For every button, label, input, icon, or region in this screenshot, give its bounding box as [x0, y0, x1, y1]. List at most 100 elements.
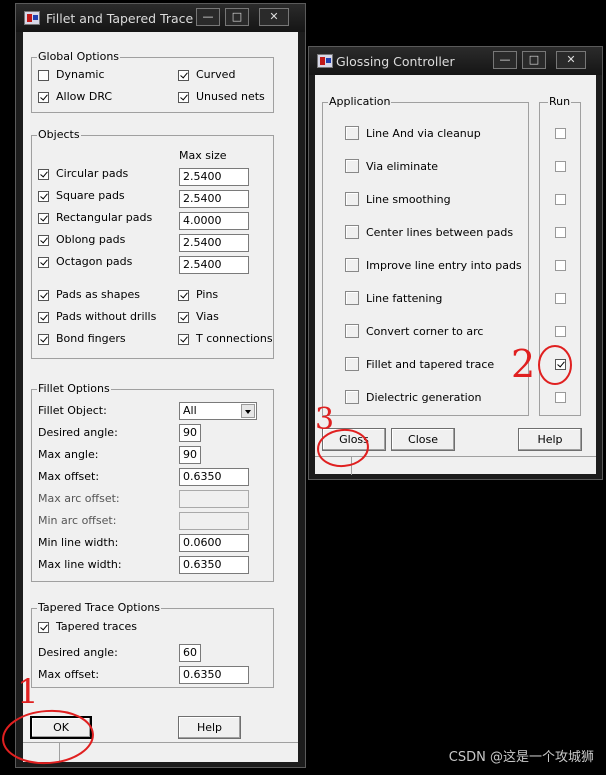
dynamic-label: Dynamic — [56, 68, 105, 81]
maximize-button[interactable]: □ — [225, 8, 249, 26]
fillet-title-bar[interactable]: Fillet and Tapered Trace — □ ✕ — [16, 4, 305, 32]
run-checkbox[interactable] — [555, 359, 566, 370]
rectangular-pads-size-input[interactable]: 4.0000 — [179, 212, 249, 230]
run-checkbox[interactable] — [555, 326, 566, 337]
gloss-app-label: Fillet and tapered trace — [366, 358, 495, 371]
max-offset-input[interactable]: 0.6350 — [179, 468, 249, 486]
tapered-desired-angle-label: Desired angle: — [38, 646, 118, 659]
circular-pads-label: Circular pads — [56, 167, 129, 180]
gloss-app-button[interactable] — [345, 225, 359, 239]
fillet-object-select[interactable]: All — [179, 402, 257, 420]
gloss-app-label: Line smoothing — [366, 193, 451, 206]
gloss-app-button[interactable] — [345, 390, 359, 404]
max-arc-offset-input — [179, 490, 249, 508]
status-bar-divider — [59, 743, 60, 761]
max-arc-offset-label: Max arc offset: — [38, 492, 120, 505]
ok-button[interactable]: OK — [30, 716, 92, 739]
tapered-max-offset-label: Max offset: — [38, 668, 100, 681]
gloss-app-button[interactable] — [345, 126, 359, 140]
octagon-pads-label: Octagon pads — [56, 255, 133, 268]
max-line-width-label: Max line width: — [38, 558, 122, 571]
gloss-app-label: Convert corner to arc — [366, 325, 484, 338]
circular-pads-checkbox[interactable] — [38, 169, 49, 180]
octagon-pads-size-input[interactable]: 2.5400 — [179, 256, 249, 274]
rectangular-pads-checkbox[interactable] — [38, 213, 49, 224]
square-pads-size-input[interactable]: 2.5400 — [179, 190, 249, 208]
global-options-label: Global Options — [37, 50, 121, 63]
close-button[interactable]: ✕ — [259, 8, 289, 26]
fillet-window: Fillet and Tapered Trace — □ ✕ Global Op… — [15, 3, 306, 768]
tapered-traces-checkbox[interactable] — [38, 622, 49, 633]
min-arc-offset-input — [179, 512, 249, 530]
min-line-width-input[interactable]: 0.0600 — [179, 534, 249, 552]
gloss-app-label: Dielectric generation — [366, 391, 482, 404]
tapered-desired-angle-input[interactable]: 60 — [179, 644, 201, 662]
run-checkbox[interactable] — [555, 293, 566, 304]
gloss-app-button[interactable] — [345, 291, 359, 305]
gloss-app-button[interactable] — [345, 324, 359, 338]
glossing-window-title: Glossing Controller — [336, 54, 455, 69]
chevron-down-icon[interactable] — [241, 404, 255, 418]
oblong-pads-size-input[interactable]: 2.5400 — [179, 234, 249, 252]
max-size-header: Max size — [179, 149, 227, 162]
oblong-pads-checkbox[interactable] — [38, 235, 49, 246]
minimize-button[interactable]: — — [196, 8, 220, 26]
close-button[interactable]: ✕ — [556, 51, 586, 69]
run-checkbox[interactable] — [555, 128, 566, 139]
dynamic-checkbox[interactable] — [38, 70, 49, 81]
fillet-client: Global Options Dynamic Curved Allow DRC … — [23, 32, 298, 762]
gloss-app-button[interactable] — [345, 258, 359, 272]
bond-fingers-checkbox[interactable] — [38, 334, 49, 345]
app-icon — [24, 11, 40, 25]
max-angle-input[interactable]: 90 — [179, 446, 201, 464]
gloss-app-label: Line And via cleanup — [366, 127, 481, 140]
gloss-app-label: Center lines between pads — [366, 226, 514, 239]
tapered-traces-label: Tapered traces — [56, 620, 138, 633]
glossing-title-bar[interactable]: Glossing Controller — □ ✕ — [309, 47, 602, 75]
annotation-number-3: 3 — [315, 402, 335, 437]
gloss-close-button[interactable]: Close — [391, 428, 455, 451]
application-label: Application — [328, 95, 392, 108]
gloss-app-label: Via eliminate — [366, 160, 439, 173]
max-angle-label: Max angle: — [38, 448, 99, 461]
gloss-app-button[interactable] — [345, 357, 359, 371]
run-checkbox[interactable] — [555, 260, 566, 271]
square-pads-checkbox[interactable] — [38, 191, 49, 202]
watermark: CSDN @这是一个攻城狮 — [448, 750, 594, 765]
pads-without-drills-checkbox[interactable] — [38, 312, 49, 323]
unused-nets-checkbox[interactable] — [178, 92, 189, 103]
pads-as-shapes-checkbox[interactable] — [38, 290, 49, 301]
minimize-button[interactable]: — — [493, 51, 517, 69]
t-connections-checkbox[interactable] — [178, 334, 189, 345]
max-offset-label: Max offset: — [38, 470, 100, 483]
gloss-app-button[interactable] — [345, 159, 359, 173]
fillet-window-title: Fillet and Tapered Trace — [46, 11, 194, 26]
vias-label: Vias — [196, 310, 219, 323]
tapered-max-offset-input[interactable]: 0.6350 — [179, 666, 249, 684]
desired-angle-input[interactable]: 90 — [179, 424, 201, 442]
vias-checkbox[interactable] — [178, 312, 189, 323]
circular-pads-size-input[interactable]: 2.5400 — [179, 168, 249, 186]
pins-checkbox[interactable] — [178, 290, 189, 301]
pins-label: Pins — [196, 288, 219, 301]
run-checkbox[interactable] — [555, 194, 566, 205]
curved-checkbox[interactable] — [178, 70, 189, 81]
run-checkbox[interactable] — [555, 161, 566, 172]
run-checkbox[interactable] — [555, 392, 566, 403]
annotation-number-1: 1 — [17, 672, 39, 712]
fillet-help-button[interactable]: Help — [178, 716, 241, 739]
gloss-app-button[interactable] — [345, 192, 359, 206]
max-line-width-input[interactable]: 0.6350 — [179, 556, 249, 574]
allow-drc-checkbox[interactable] — [38, 92, 49, 103]
gloss-app-label: Line fattening — [366, 292, 443, 305]
objects-label: Objects — [37, 128, 81, 141]
octagon-pads-checkbox[interactable] — [38, 257, 49, 268]
bond-fingers-label: Bond fingers — [56, 332, 126, 345]
run-checkbox[interactable] — [555, 227, 566, 238]
maximize-button[interactable]: □ — [522, 51, 546, 69]
global-options-group: Global Options Dynamic Curved Allow DRC … — [31, 50, 274, 113]
tapered-trace-options-group: Tapered Trace Options Tapered traces Des… — [31, 601, 274, 688]
desired-angle-label: Desired angle: — [38, 426, 118, 439]
gloss-help-button[interactable]: Help — [518, 428, 582, 451]
unused-nets-label: Unused nets — [196, 90, 265, 103]
